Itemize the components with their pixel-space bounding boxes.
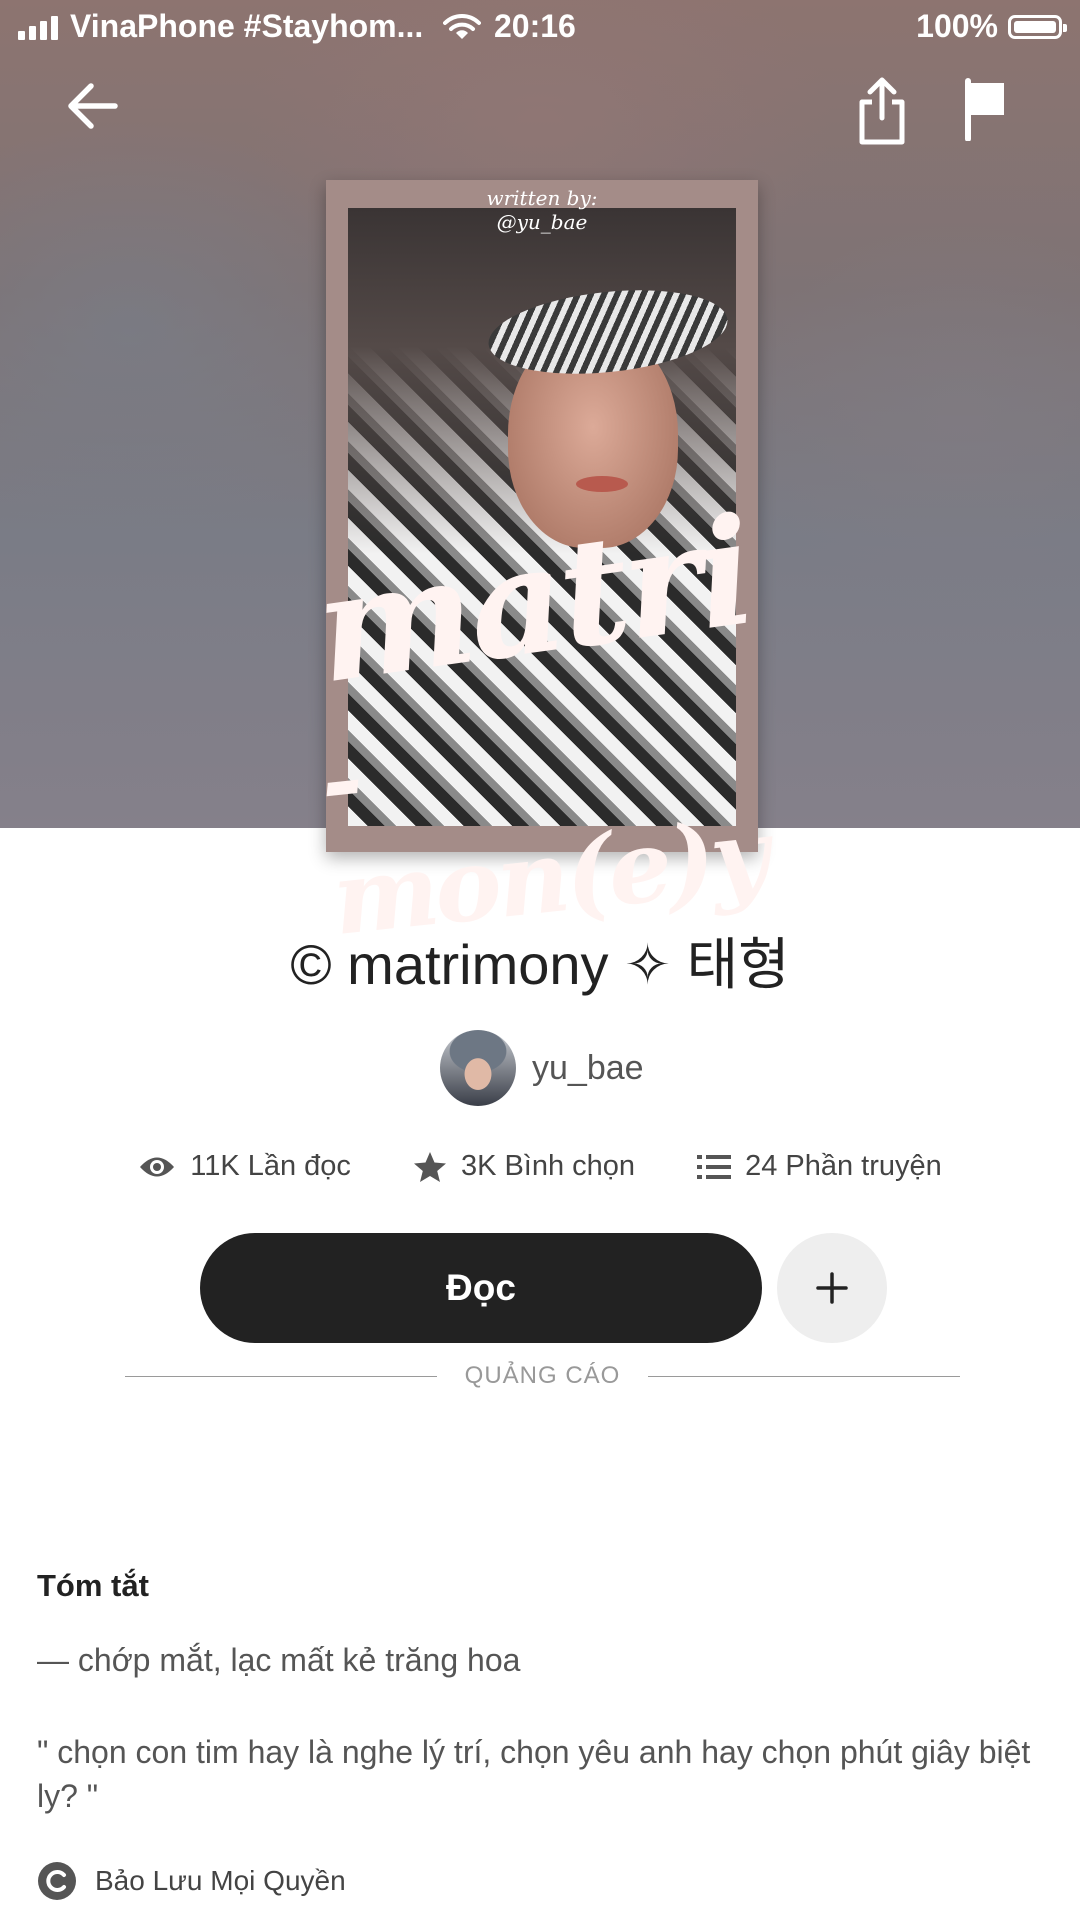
avatar	[440, 1030, 516, 1106]
status-right: 100%	[916, 8, 1067, 45]
stat-votes: 3K Bình chọn	[413, 1150, 635, 1183]
stat-reads: 11K Lần đọc	[138, 1150, 351, 1183]
clock: 20:16	[494, 8, 576, 44]
author-link[interactable]: yu_bae	[440, 1030, 644, 1106]
author-name: yu_bae	[532, 1048, 644, 1087]
cover-written-by-handle: @yu_bae	[496, 210, 588, 234]
parts-count: 24 Phần truyện	[745, 1150, 942, 1182]
share-button[interactable]	[846, 70, 918, 150]
cover-headband	[484, 279, 732, 385]
cover-subtitle-art: -mon(e)y	[314, 719, 771, 959]
story-cover[interactable]: written by: @yu_bae matri -mon(e)y	[306, 180, 771, 958]
arrow-left-icon	[68, 83, 118, 129]
divider-line	[125, 1375, 437, 1377]
summary-line-1: — chớp mắt, lạc mất kẻ trăng hoa	[37, 1642, 521, 1678]
flag-icon	[965, 78, 1004, 141]
status-bar: VinaPhone #Stayhom... 20:16 100%	[0, 0, 1080, 56]
wifi-icon	[443, 13, 482, 39]
carrier-label: VinaPhone #Stayhom...	[70, 8, 424, 44]
cover-lips	[576, 476, 628, 492]
reads-count: 11K Lần đọc	[190, 1150, 351, 1182]
votes-count: 3K Bình chọn	[460, 1150, 636, 1182]
status-left: VinaPhone #Stayhom...	[18, 8, 482, 45]
read-button[interactable]: Đọc	[200, 1233, 762, 1343]
summary-line-2: " chọn con tim hay là nghe lý trí, chọn …	[37, 1734, 1031, 1814]
list-icon	[697, 1154, 732, 1179]
copyright-notice: Bảo Lưu Mọi Quyền	[37, 1861, 346, 1901]
copyright-label: Bảo Lưu Mọi Quyền	[95, 1865, 346, 1896]
stat-parts[interactable]: 24 Phần truyện	[697, 1150, 942, 1183]
back-button[interactable]	[56, 70, 128, 142]
signal-icon	[18, 14, 58, 40]
report-button[interactable]	[950, 72, 1022, 144]
cover-written-by: written by: @yu_bae	[326, 186, 758, 234]
share-icon	[859, 77, 905, 145]
cover-written-by-label: written by:	[486, 186, 598, 210]
copyright-icon	[38, 1862, 76, 1900]
plus-icon	[816, 1272, 848, 1304]
battery-percent: 100%	[916, 8, 998, 44]
summary-heading: Tóm tắt	[37, 1568, 149, 1603]
story-title: © matrimony ✧ 태형	[290, 933, 790, 996]
ad-divider: QUẢNG CÁO	[125, 1358, 960, 1394]
star-icon	[413, 1151, 446, 1182]
battery-icon	[1008, 14, 1067, 39]
ad-label: QUẢNG CÁO	[464, 1362, 621, 1389]
story-stats: 11K Lần đọc 3K Bình chọn 24 Phần truyện	[0, 1150, 1080, 1183]
divider-line	[648, 1375, 960, 1377]
add-to-library-button[interactable]	[777, 1233, 887, 1343]
eye-icon	[140, 1157, 175, 1176]
